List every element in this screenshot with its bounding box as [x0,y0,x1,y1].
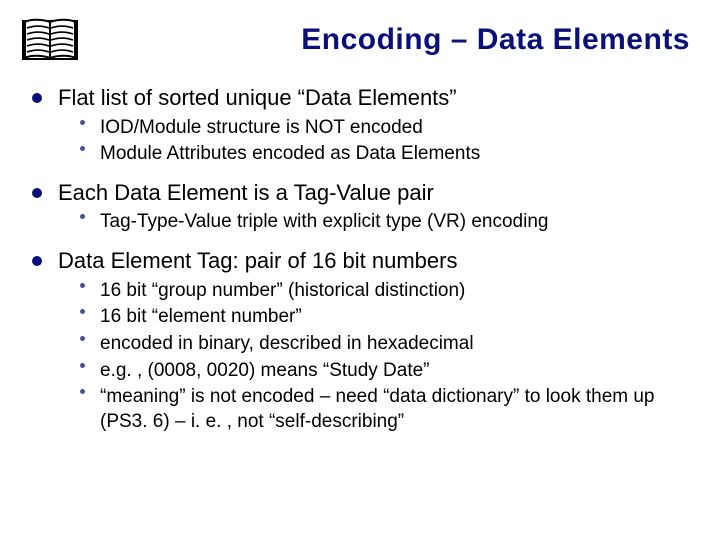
bullet-text: Data Element Tag: pair of 16 bit numbers [58,248,457,273]
slide-body: Flat list of sorted unique “Data Element… [0,62,720,435]
sub-item: Tag-Type-Value triple with explicit type… [78,210,690,235]
bullet-item: Each Data Element is a Tag-Value pair Ta… [30,179,690,235]
bullet-text: Each Data Element is a Tag-Value pair [58,180,434,205]
sub-list: IOD/Module structure is NOT encoded Modu… [58,116,690,167]
sub-item: 16 bit “group number” (historical distin… [78,279,690,304]
book-icon [22,18,78,62]
slide-title: Encoding – Data Elements [92,23,690,57]
slide-header: Encoding – Data Elements [0,0,720,62]
sub-item: 16 bit “element number” [78,305,690,330]
bullet-item: Data Element Tag: pair of 16 bit numbers… [30,247,690,435]
sub-item: Module Attributes encoded as Data Elemen… [78,142,690,167]
sub-item: “meaning” is not encoded – need “data di… [78,385,690,434]
sub-item: IOD/Module structure is NOT encoded [78,116,690,141]
slide: Encoding – Data Elements Flat list of so… [0,0,720,540]
sub-list: 16 bit “group number” (historical distin… [58,279,690,435]
sub-item: encoded in binary, described in hexadeci… [78,332,690,357]
bullet-item: Flat list of sorted unique “Data Element… [30,84,690,167]
sub-list: Tag-Type-Value triple with explicit type… [58,210,690,235]
bullet-text: Flat list of sorted unique “Data Element… [58,85,457,110]
sub-item: e.g. , (0008, 0020) means “Study Date” [78,359,690,384]
bullet-list: Flat list of sorted unique “Data Element… [30,84,690,435]
